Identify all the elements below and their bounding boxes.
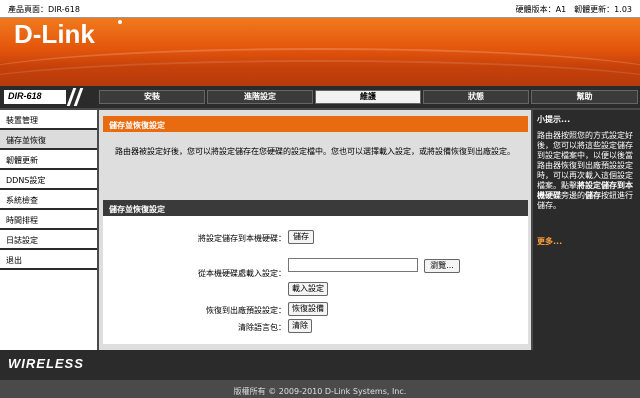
intro-text: 路由器被設定好後，您可以將設定儲存在您硬碟的設定檔中。您也可以選擇載入設定，或將… bbox=[103, 132, 528, 190]
tab-status[interactable]: 狀態 bbox=[423, 90, 529, 104]
product-page-label: 產品頁面：DIR-618 bbox=[8, 5, 80, 14]
sidebar-item-logout[interactable]: 退出 bbox=[0, 250, 97, 269]
footer-bar bbox=[0, 350, 640, 380]
load-settings-button[interactable]: 載入設定 bbox=[288, 282, 328, 296]
restore-device-button[interactable]: 恢復設備 bbox=[288, 302, 328, 316]
dlink-logo: D-Link bbox=[14, 19, 95, 49]
more-link[interactable]: 更多... bbox=[537, 236, 562, 247]
tab-advanced[interactable]: 進階設定 bbox=[207, 90, 313, 104]
hints-text: 路由器按照您的方式設定好後，您可以將這些設定儲存到設定檔案中，以便以後當路由器恢… bbox=[537, 131, 634, 211]
file-path-input[interactable] bbox=[288, 258, 418, 272]
browse-button[interactable]: 瀏覽... bbox=[424, 259, 460, 273]
sidebar-item-save-restore[interactable]: 儲存並恢復 bbox=[0, 130, 97, 149]
clear-language-label: 清除語言包： bbox=[238, 323, 286, 332]
save-button[interactable]: 儲存 bbox=[288, 230, 314, 244]
tab-setup[interactable]: 安裝 bbox=[99, 90, 205, 104]
logo-dot bbox=[118, 20, 122, 24]
clear-button[interactable]: 清除 bbox=[288, 319, 312, 333]
restore-label: 恢復到出廠預設設定： bbox=[206, 306, 286, 315]
sidebar-item-system-check[interactable]: 系統檢查 bbox=[0, 190, 97, 209]
intro-title: 儲存並恢復設定 bbox=[103, 116, 528, 132]
copyright-text: 版權所有 © 2009-2010 D-Link Systems, Inc. bbox=[233, 387, 407, 396]
sidebar-item-ddns[interactable]: DDNS設定 bbox=[0, 170, 97, 189]
model-label: DIR-618 bbox=[4, 90, 66, 104]
sidebar-item-schedules[interactable]: 時間排程 bbox=[0, 210, 97, 229]
sidebar-item-log-settings[interactable]: 日誌設定 bbox=[0, 230, 97, 249]
sidebar-item-device-admin[interactable]: 裝置管理 bbox=[0, 110, 97, 129]
hints-title: 小提示... bbox=[537, 115, 571, 124]
hints-text-bold: 儲存 bbox=[585, 191, 601, 200]
tab-maintenance[interactable]: 維護 bbox=[315, 90, 421, 104]
save-label: 將設定儲存到本機硬碟： bbox=[198, 234, 286, 243]
brand-banner bbox=[0, 18, 640, 86]
hints-text-part: 旁邊的 bbox=[561, 191, 585, 200]
version-label: 硬體版本：A1 韌體更新：1.03 bbox=[515, 5, 632, 14]
sidebar-filler bbox=[0, 270, 97, 350]
sidebar-item-firmware[interactable]: 韌體更新 bbox=[0, 150, 97, 169]
load-label: 從本機硬碟處載入設定： bbox=[198, 269, 286, 278]
wireless-logo: WIRELESS bbox=[8, 356, 84, 371]
form-title: 儲存並恢復設定 bbox=[103, 200, 528, 216]
top-info-bar: 產品頁面：DIR-618 硬體版本：A1 韌體更新：1.03 bbox=[0, 0, 640, 18]
tab-help[interactable]: 幫助 bbox=[531, 90, 638, 104]
